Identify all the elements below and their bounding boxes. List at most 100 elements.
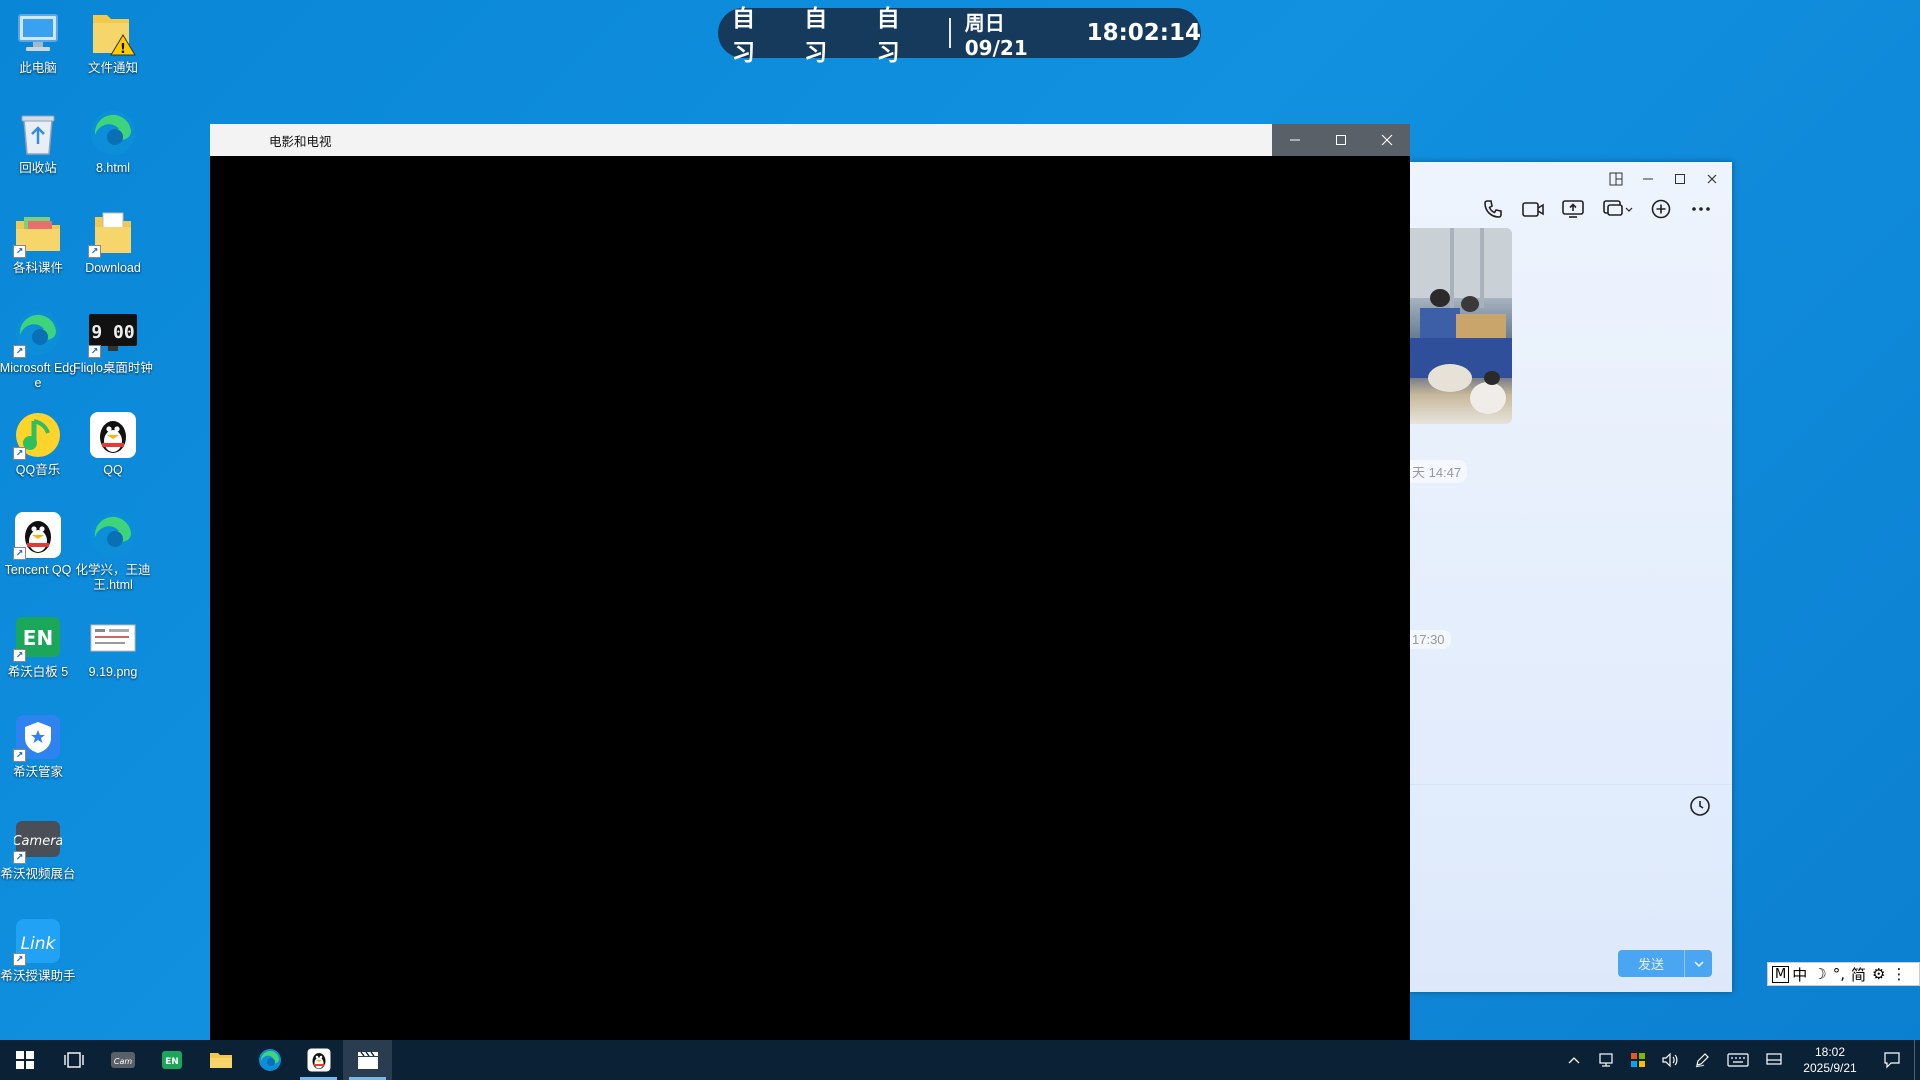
close-button[interactable] bbox=[1364, 124, 1410, 156]
chevron-down-icon bbox=[1693, 960, 1704, 967]
ime-more-icon[interactable]: ⋮ bbox=[1888, 965, 1909, 983]
ime-settings-icon[interactable]: ⚙ bbox=[1869, 965, 1888, 983]
chat-image-message[interactable] bbox=[1410, 228, 1512, 424]
chat-timestamp: 天 14:47 bbox=[1410, 460, 1468, 483]
send-options-dropdown[interactable] bbox=[1684, 950, 1712, 977]
folder-doc-icon: ↗ bbox=[88, 208, 138, 258]
desktop-icon-courseware[interactable]: ↗ 各科课件 bbox=[0, 208, 78, 276]
desktop-icon-label: 文件通知 bbox=[87, 61, 138, 75]
taskbar-file-explorer[interactable] bbox=[196, 1040, 245, 1080]
desktop-icon-label: 希沃视频展台 bbox=[0, 867, 76, 881]
desktop-icon-this-pc[interactable]: 此电脑 bbox=[0, 8, 78, 76]
more-options-button[interactable] bbox=[1688, 196, 1714, 222]
screen-share-button[interactable] bbox=[1560, 196, 1586, 222]
desktop-icon-label: 各科课件 bbox=[12, 261, 63, 275]
movies-tv-titlebar[interactable]: 电影和电视 bbox=[210, 124, 1410, 156]
remote-assist-button[interactable] bbox=[1600, 196, 1634, 222]
minimize-icon bbox=[1290, 139, 1300, 141]
movies-tv-window[interactable]: 电影和电视 bbox=[210, 124, 1410, 1056]
taskbar-qq[interactable] bbox=[294, 1040, 343, 1080]
shortcut-arrow-icon: ↗ bbox=[13, 547, 26, 560]
desktop-icon-seewo-manager[interactable]: ↗ 希沃管家 bbox=[0, 712, 78, 780]
remote-desktop-icon bbox=[1603, 200, 1633, 216]
shortcut-arrow-icon: ↗ bbox=[13, 447, 26, 460]
show-hidden-icons-button[interactable] bbox=[1558, 1040, 1590, 1080]
schedule-subject-1: 自习 bbox=[732, 6, 755, 66]
send-button[interactable]: 发送 bbox=[1618, 950, 1712, 977]
desktop-icon-microsoft-edge[interactable]: ↗ Microsoft Edge bbox=[0, 308, 78, 391]
ime-toolbar[interactable]: M 中 ☽ °, 简 ⚙ ⋮ bbox=[1767, 962, 1920, 986]
desktop-icon-recycle-bin[interactable]: 回收站 bbox=[0, 108, 78, 176]
seewo-en-icon: EN ↗ bbox=[13, 612, 63, 662]
taskbar: Cam EN 18:02 2025/9/21 bbox=[0, 1040, 1920, 1080]
edge-icon bbox=[88, 510, 138, 560]
ime-chinese-mode[interactable]: 中 bbox=[1789, 964, 1810, 985]
edge-icon bbox=[258, 1049, 281, 1071]
show-desktop-button[interactable] bbox=[1914, 1040, 1920, 1080]
island-date: 周日 09/21 bbox=[964, 10, 1028, 60]
recycle-bin-icon bbox=[13, 108, 63, 158]
ime-half-width-icon[interactable]: ☽ bbox=[1810, 965, 1829, 983]
link-icon: Link ↗ bbox=[13, 916, 63, 966]
desktop-icon-fliqlo-clock[interactable]: 9 00 ↗ Fliqlo桌面时钟 bbox=[73, 308, 153, 376]
taskbar-edge[interactable] bbox=[245, 1040, 294, 1080]
task-view-button[interactable] bbox=[49, 1040, 98, 1080]
desktop-icon-label: 希沃白板 5 bbox=[7, 665, 69, 679]
clock-icon bbox=[1690, 796, 1710, 816]
tray-touch-keyboard[interactable] bbox=[1718, 1040, 1758, 1080]
taskbar-movies-tv[interactable] bbox=[343, 1040, 392, 1080]
qq-chat-window[interactable]: 天 14:47 17:30 发送 bbox=[1410, 162, 1732, 992]
desktop-icon-seewo-teaching-assistant[interactable]: Link ↗ 希沃授课助手 bbox=[0, 916, 78, 984]
folder-warning-icon: ! bbox=[88, 8, 138, 58]
more-dots-icon bbox=[1692, 207, 1710, 211]
desktop-icon-label: 希沃授课助手 bbox=[0, 969, 76, 983]
tray-network-monitor[interactable] bbox=[1590, 1040, 1622, 1080]
qq-maximize-button[interactable] bbox=[1668, 168, 1692, 190]
video-call-button[interactable] bbox=[1520, 196, 1546, 222]
edge-icon: ↗ bbox=[13, 308, 63, 358]
shortcut-arrow-icon: ↗ bbox=[88, 245, 101, 258]
desktop-icon-file-notice[interactable]: ! 文件通知 bbox=[73, 8, 153, 76]
start-button[interactable] bbox=[0, 1040, 49, 1080]
minimize-icon bbox=[1643, 178, 1653, 180]
desktop-icon-9-19-png[interactable]: 9.19.png bbox=[73, 612, 153, 680]
tray-security-shield[interactable] bbox=[1622, 1040, 1654, 1080]
desktop-icon-8-html[interactable]: 8.html bbox=[73, 108, 153, 176]
minimize-button[interactable] bbox=[1272, 124, 1318, 156]
ime-simplified-mode[interactable]: 简 bbox=[1848, 964, 1869, 985]
qq-close-button[interactable] bbox=[1700, 168, 1724, 190]
keyboard-icon bbox=[1727, 1053, 1749, 1067]
ime-punctuation-icon[interactable]: °, bbox=[1830, 965, 1848, 983]
desktop-icon-label: QQ音乐 bbox=[15, 463, 61, 477]
add-more-button[interactable] bbox=[1648, 196, 1674, 222]
desktop-icon-label: 希沃管家 bbox=[12, 765, 63, 779]
svg-text:Cam: Cam bbox=[113, 1057, 131, 1066]
desktop-icon-download[interactable]: ↗ Download bbox=[73, 208, 153, 276]
desktop-icon-tencent-qq[interactable]: ↗ Tencent QQ bbox=[0, 510, 78, 578]
svg-text:Camera: Camera bbox=[14, 834, 62, 849]
desktop-icon-label: Tencent QQ bbox=[4, 563, 72, 577]
action-center-button[interactable] bbox=[1870, 1040, 1914, 1080]
desktop-icon-label: 化学兴，王迪王.html bbox=[75, 563, 151, 592]
ime-logo-icon[interactable]: M bbox=[1772, 965, 1790, 983]
qq-pin-layout-button[interactable] bbox=[1604, 168, 1628, 190]
desktop-icon-qq-music[interactable]: ↗ QQ音乐 bbox=[0, 410, 78, 478]
taskbar-clock[interactable]: 18:02 2025/9/21 bbox=[1790, 1044, 1870, 1076]
desktop-icon-qq[interactable]: QQ bbox=[73, 410, 153, 478]
taskbar-camera-app[interactable]: Cam bbox=[98, 1040, 147, 1080]
desktop-icon-chemistry-html[interactable]: 化学兴，王迪王.html bbox=[73, 510, 153, 593]
video-playback-area[interactable] bbox=[210, 156, 1410, 1056]
folder-icon bbox=[209, 1053, 232, 1068]
tray-volume[interactable] bbox=[1654, 1040, 1686, 1080]
desktop-icon-seewo-whiteboard[interactable]: EN ↗ 希沃白板 5 bbox=[0, 612, 78, 680]
taskbar-seewo-whiteboard[interactable]: EN bbox=[147, 1040, 196, 1080]
tray-pen-ink[interactable] bbox=[1686, 1040, 1718, 1080]
maximize-button[interactable] bbox=[1318, 124, 1364, 156]
qq-music-icon: ↗ bbox=[13, 410, 63, 460]
voice-call-button[interactable] bbox=[1480, 196, 1506, 222]
shortcut-arrow-icon: ↗ bbox=[13, 851, 26, 864]
tray-input-indicator[interactable] bbox=[1758, 1040, 1790, 1080]
chat-history-button[interactable] bbox=[1688, 794, 1712, 818]
qq-minimize-button[interactable] bbox=[1636, 168, 1660, 190]
desktop-icon-seewo-video-booth[interactable]: Camera ↗ 希沃视频展台 bbox=[0, 814, 78, 882]
